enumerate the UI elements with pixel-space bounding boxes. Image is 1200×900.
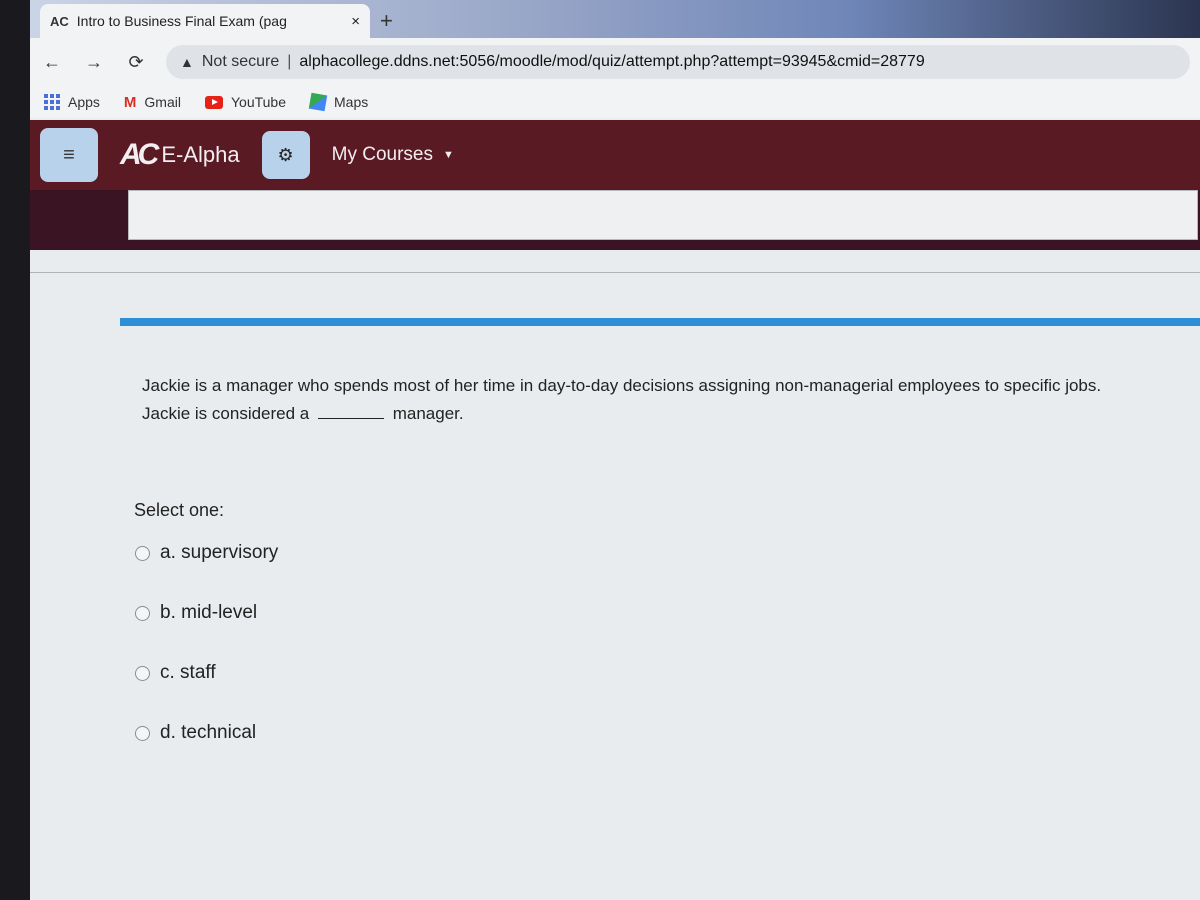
forward-icon[interactable]: → [82,52,106,73]
site-header: ≡ AC E-Alpha ⚙ My Courses ▼ [30,120,1200,190]
bookmark-label: YouTube [230,94,286,110]
warning-icon: ▲ [180,54,194,70]
apps-icon [44,94,60,110]
new-tab-button[interactable]: + [380,8,393,34]
tab-title: Intro to Business Final Exam (pag [76,13,287,29]
bookmark-apps[interactable]: Apps [44,94,100,110]
option-b[interactable]: b. mid-level [135,598,278,628]
back-icon[interactable]: ← [40,52,64,73]
bookmark-label: Gmail [144,94,181,110]
logo-icon: AC [120,138,159,171]
site-logo[interactable]: AC E-Alpha [120,138,240,172]
divider [30,272,1200,273]
reload-icon[interactable]: ⟳ [124,52,148,73]
question-text-after: manager. [392,404,464,423]
gear-icon: ⚙ [277,144,294,165]
option-a[interactable]: a. supervisory [135,538,278,568]
answer-blank [318,418,384,419]
settings-button[interactable]: ⚙ [261,131,310,179]
hamburger-icon: ≡ [63,143,75,166]
maps-icon [308,92,328,112]
separator: | [287,53,292,70]
tab-strip: AC Intro to Business Final Exam (pag × + [30,0,1200,38]
question-text: Jackie is a manager who spends most of h… [142,372,1152,428]
close-icon[interactable]: × [351,13,360,30]
address-bar[interactable]: ▲ Not secure | alphacollege.ddns.net:505… [166,45,1190,79]
option-label: b. mid-level [160,602,258,623]
bookmark-label: Apps [68,94,100,110]
screen: AC Intro to Business Final Exam (pag × +… [30,0,1200,900]
favicon-icon: AC [50,13,69,29]
bookmark-youtube[interactable]: YouTube [204,94,286,110]
radio-button[interactable] [135,665,150,681]
option-label: c. staff [160,662,216,683]
gmail-icon: M [123,93,137,111]
bookmark-label: Maps [334,94,369,110]
brand-name: E-Alpha [161,142,240,167]
menu-button[interactable]: ≡ [40,128,98,182]
radio-button[interactable] [135,725,150,741]
youtube-icon [204,95,223,109]
option-d[interactable]: d. technical [135,718,278,748]
question-text-before: Jackie is a manager who spends most of h… [142,376,1102,423]
option-label: a. supervisory [160,542,279,563]
radio-button[interactable] [135,605,150,621]
answer-options: a. supervisory b. mid-level c. staff d. … [135,538,278,778]
browser-tab[interactable]: AC Intro to Business Final Exam (pag × [40,4,370,38]
my-courses-menu[interactable]: My Courses ▼ [332,144,454,166]
select-prompt: Select one: [134,500,225,520]
security-label: Not secure [201,53,280,70]
browser-toolbar: ← → ⟳ ▲ Not secure | alphacollege.ddns.n… [30,38,1200,86]
bookmark-gmail[interactable]: M Gmail [124,94,181,111]
question-accent-bar [120,318,1200,326]
content-frame [128,190,1198,240]
my-courses-label: My Courses [331,144,433,165]
option-label: d. technical [160,722,257,743]
url-text[interactable]: alphacollege.ddns.net:5056/moodle/mod/qu… [299,53,924,71]
radio-button[interactable] [135,545,150,561]
bookmarks-bar: Apps M Gmail YouTube Maps [30,86,1200,118]
chevron-down-icon: ▼ [442,149,454,161]
option-c[interactable]: c. staff [135,658,278,688]
bookmark-maps[interactable]: Maps [308,92,369,112]
